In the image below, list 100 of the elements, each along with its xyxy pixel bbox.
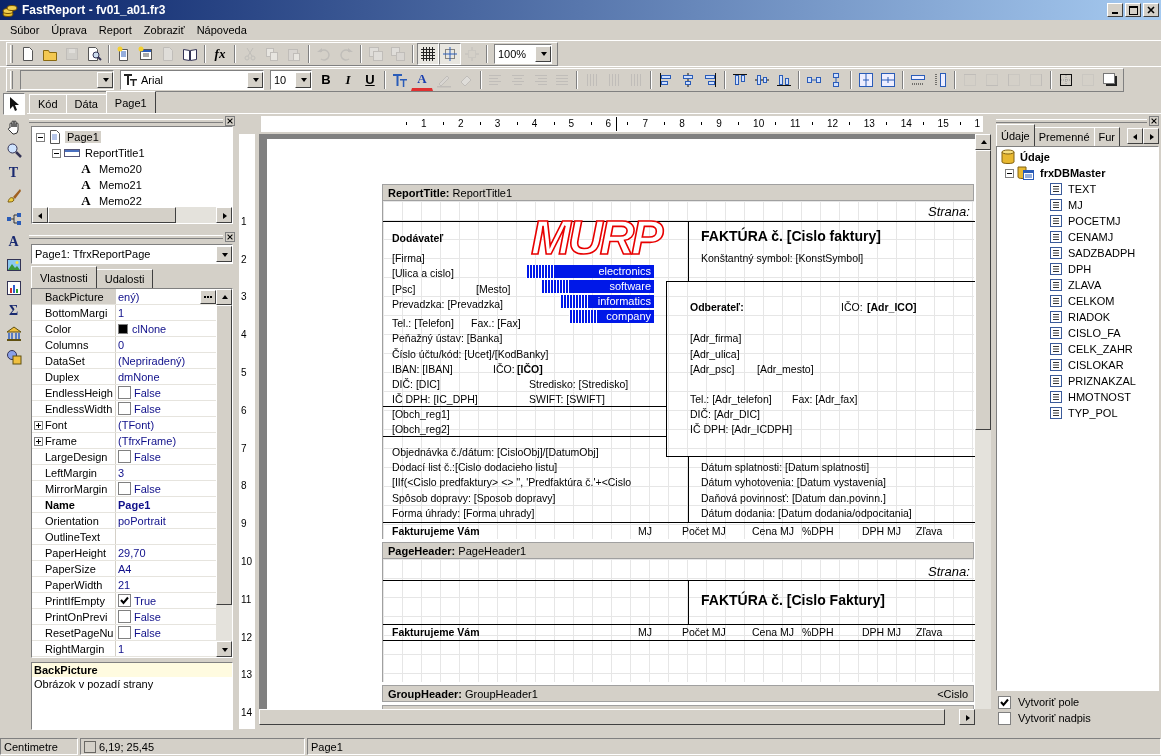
checkbox[interactable] — [118, 610, 131, 623]
memo-text[interactable]: Odberateľ: — [690, 301, 744, 314]
checkbox[interactable] — [998, 695, 1011, 709]
tree-item[interactable]: PRIZNAKZAL — [1066, 375, 1138, 387]
memo-text[interactable]: Peňažný ústav: [Banka] — [392, 332, 503, 345]
checkbox[interactable] — [118, 450, 131, 463]
memo-text[interactable]: FAKTÚRA č. [Cislo Faktury] — [701, 592, 885, 609]
checkbox[interactable] — [118, 626, 131, 639]
property-name[interactable]: Columns — [32, 337, 116, 352]
property-value[interactable]: False — [116, 401, 216, 416]
close-icon[interactable] — [225, 232, 235, 242]
font-color-button[interactable]: A — [411, 68, 433, 91]
memo-text[interactable]: [Obch_reg1] — [392, 408, 450, 421]
expand-icon[interactable] — [34, 437, 43, 446]
tree-item[interactable]: ReportTitle1 — [83, 147, 147, 159]
band-area[interactable]: Strana: FAKTÚRA č. [Cislo Faktury] Fakturujeme Vám MJ Počet MJ Cena MJ %DPH DPH MJ Zľava — [382, 559, 974, 682]
property-name[interactable]: Orientation — [32, 513, 116, 528]
scrollbar-thumb[interactable] — [48, 207, 176, 223]
property-name[interactable]: MirrorMargin — [32, 481, 116, 496]
memo-text[interactable]: [Psc] — [392, 283, 416, 296]
memo-text[interactable]: SWIFT: [SWIFT] — [529, 393, 605, 406]
memo-text[interactable]: DIČ: [Adr_DIC] — [690, 408, 760, 421]
property-value[interactable]: 1 — [116, 641, 216, 656]
grid-icon[interactable] — [417, 42, 439, 65]
tree-item[interactable]: CENAMJ — [1066, 231, 1116, 243]
memo-text[interactable]: Dodávateľ — [392, 232, 444, 245]
memo-text[interactable]: IČ DPH: [IC_DPH] — [392, 393, 478, 406]
memo-text[interactable]: Objednávka č./dátum: [CisloObj]/[DatumObj] — [392, 446, 599, 459]
tree-item[interactable]: CISLOKAR — [1066, 359, 1126, 371]
property-value[interactable]: False — [116, 385, 216, 400]
tab[interactable]: Dáta — [65, 94, 107, 113]
tree-item[interactable]: Memo21 — [97, 179, 144, 191]
memo-text[interactable]: Dátum splatnosti: [Datum splatnosti] — [701, 461, 870, 474]
column-header[interactable]: %DPH — [802, 525, 834, 538]
expand-icon[interactable] — [34, 421, 43, 430]
font-dropdown[interactable]: Arial — [120, 69, 264, 90]
column-header[interactable]: Fakturujeme Vám — [392, 525, 480, 538]
tab[interactable]: Page1 — [105, 91, 156, 113]
collapse-icon[interactable] — [1005, 168, 1014, 178]
memo-text[interactable]: Dátum vyhotovenia: [Datum vystavenia] — [701, 476, 886, 489]
memo-text[interactable]: Tel.: [Adr_telefon] — [690, 393, 772, 406]
property-value[interactable]: 1 — [116, 305, 216, 320]
property-value[interactable]: dmNone — [116, 369, 216, 384]
memo-text[interactable]: IČ DPH: [Adr_ICDPH] — [690, 423, 793, 436]
scroll-right-button[interactable] — [959, 709, 975, 725]
tree-item[interactable]: CELK_ZAHR — [1066, 343, 1135, 355]
snap-to-grid-icon[interactable] — [439, 42, 461, 65]
memo-text[interactable]: [Adr_mesto] — [757, 363, 814, 376]
memo-text[interactable]: Dodací list č.:[Cislo dodacieho listu] — [392, 461, 558, 474]
property-value[interactable]: False — [116, 481, 216, 496]
property-name[interactable]: LeftMargin — [32, 465, 116, 480]
tree-item[interactable]: Memo20 — [97, 163, 144, 175]
memo-text[interactable]: FAKTÚRA č. [Cislo faktury] — [701, 228, 881, 245]
property-name[interactable]: PrintIfEmpty — [32, 593, 116, 608]
property-value[interactable]: 3 — [116, 465, 216, 480]
object-dropdown[interactable]: Page1: TfrxReportPage — [31, 244, 233, 264]
property-value[interactable]: clNone — [116, 321, 216, 336]
memo-text[interactable]: IČO: — [493, 363, 515, 376]
close-button[interactable] — [1143, 3, 1159, 17]
memo-text[interactable]: Číslo účtu/kód: [Ucet]/[KodBanky] — [392, 348, 549, 361]
property-value[interactable]: (TFont) — [116, 417, 216, 432]
memo-text[interactable]: DIČ: [DIC] — [392, 378, 440, 391]
memo-text[interactable]: [Adr_ulica] — [690, 348, 740, 361]
tree-item[interactable]: Memo22 — [97, 195, 144, 207]
property-value[interactable]: poPortrait — [116, 513, 216, 528]
property-name[interactable]: Duplex — [32, 369, 116, 384]
memo-text[interactable]: Fax.: [Fax] — [471, 317, 521, 330]
column-header[interactable]: %DPH — [802, 626, 834, 639]
property-name[interactable]: Name — [32, 497, 116, 512]
vertical-scrollbar[interactable] — [975, 134, 991, 709]
tree-item[interactable]: frxDBMaster — [1038, 167, 1108, 179]
memo-text[interactable]: [Obch_reg2] — [392, 423, 450, 436]
scroll-left-button[interactable] — [32, 207, 48, 223]
tab[interactable]: Fur — [1093, 127, 1120, 146]
band-header[interactable]: PageHeader: PageHeader1 — [382, 542, 974, 559]
memo-text[interactable]: Dátum dodania: [Datum dodania/odpocitania] — [701, 507, 912, 520]
checkbox-label[interactable]: Vytvoriť nadpis — [1018, 712, 1091, 724]
underline-button[interactable]: U — [359, 68, 381, 91]
property-name[interactable]: Font — [32, 417, 116, 432]
function-button[interactable]: fx — [209, 42, 231, 65]
tree-item[interactable]: DPH — [1066, 263, 1094, 275]
italic-button[interactable]: I — [337, 68, 359, 91]
tree-item[interactable]: SADZBADPH — [1066, 247, 1138, 259]
property-value[interactable]: A4 — [116, 561, 216, 576]
memo-text[interactable]: Konštantný symbol: [KonstSymbol] — [701, 252, 864, 265]
collapse-icon[interactable] — [36, 132, 45, 142]
property-name[interactable]: BackPicture — [32, 289, 116, 304]
property-name[interactable]: Color — [32, 321, 116, 336]
text-object-button[interactable]: A — [2, 231, 25, 253]
horizontal-scrollbar[interactable] — [259, 709, 975, 725]
checkbox[interactable] — [118, 402, 131, 415]
tab[interactable]: Údaje — [996, 124, 1035, 146]
memo-text[interactable]: Spôsob dopravy: [Sposob dopravy] — [392, 492, 556, 505]
band-header[interactable]: GroupHeader: GroupHeader1 <Cislo — [382, 685, 974, 702]
tab[interactable]: Kód — [29, 94, 67, 113]
memo-text[interactable]: [Firma] — [392, 252, 425, 265]
column-header[interactable]: MJ — [638, 525, 652, 538]
property-name[interactable]: PaperWidth — [32, 577, 116, 592]
tree-item[interactable]: MJ — [1066, 199, 1085, 211]
memo-text[interactable]: [Adr_ICO] — [867, 301, 917, 314]
